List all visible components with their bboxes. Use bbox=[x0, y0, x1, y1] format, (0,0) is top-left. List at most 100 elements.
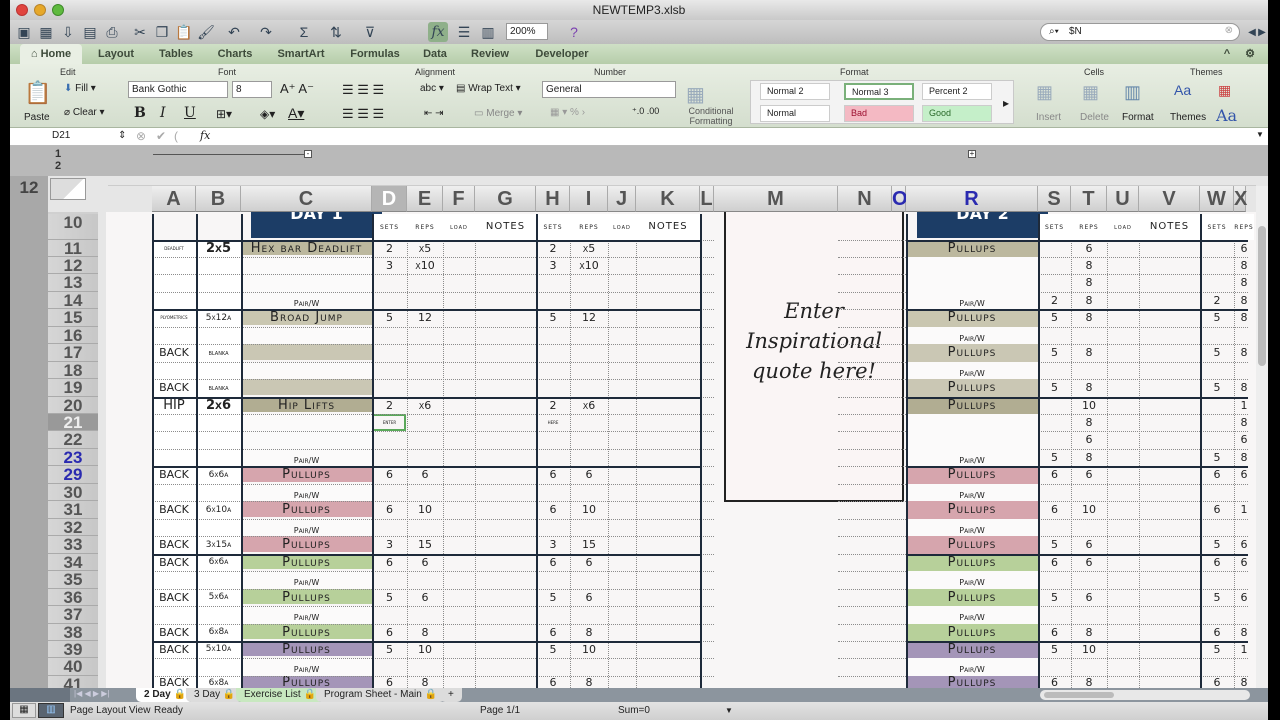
reps-cell[interactable]: 8 bbox=[570, 624, 608, 641]
reps-cell[interactable] bbox=[407, 571, 443, 589]
scheme-cell[interactable]: blanka bbox=[196, 344, 241, 362]
conditional-formatting-button[interactable]: Conditional Formatting bbox=[686, 106, 736, 126]
sets-cell[interactable] bbox=[536, 344, 570, 362]
exercise-cell[interactable]: Hex bar Deadlift bbox=[241, 240, 372, 255]
reps-cell[interactable] bbox=[1234, 658, 1254, 676]
scheme-cell[interactable]: 6x8a bbox=[196, 676, 241, 688]
formula-builder-icon[interactable]: fx bbox=[428, 22, 448, 42]
sets-cell[interactable]: 2 bbox=[536, 397, 570, 414]
row-header-13[interactable]: 13 bbox=[48, 274, 98, 292]
row-header-40[interactable]: 40 bbox=[48, 658, 98, 676]
reps-cell[interactable] bbox=[1234, 484, 1254, 501]
confirm-entry-icon[interactable]: ✔ bbox=[156, 129, 166, 143]
scheme-cell[interactable]: 5x6a bbox=[196, 589, 241, 606]
decimal-icons[interactable]: ⁺.0 .00 bbox=[632, 106, 659, 117]
reps-cell[interactable]: x10 bbox=[407, 257, 443, 274]
style-normal-3[interactable]: Normal 3 bbox=[844, 83, 914, 100]
column-header-g[interactable]: G bbox=[475, 186, 536, 212]
vertical-scroll-thumb[interactable] bbox=[1258, 226, 1266, 366]
reps-cell[interactable] bbox=[1071, 327, 1107, 344]
exercise-cell[interactable] bbox=[241, 274, 372, 292]
gallery-icon[interactable]: ☰ bbox=[454, 22, 474, 42]
select-all-corner[interactable] bbox=[50, 178, 86, 200]
style-normal-2[interactable]: Normal 2 bbox=[760, 83, 830, 100]
insert-cells-icon[interactable]: ▦ bbox=[1036, 82, 1053, 103]
reps-cell[interactable]: 6 bbox=[1234, 536, 1254, 554]
search-input[interactable]: ⌕▾ $N ⊗ bbox=[1040, 23, 1240, 41]
column-header-k[interactable]: K bbox=[636, 186, 700, 212]
reps-cell[interactable] bbox=[570, 362, 608, 379]
sets-cell[interactable]: 6 bbox=[1038, 676, 1071, 688]
muscle-group-cell[interactable]: plyometrics bbox=[152, 309, 196, 327]
exercise-cell[interactable]: Pair/W bbox=[906, 658, 1038, 676]
inspirational-quote-box[interactable]: Enter Inspirational quote here! bbox=[724, 212, 904, 502]
sets-cell[interactable]: 6 bbox=[372, 501, 407, 519]
row-header-37[interactable]: 37 bbox=[48, 606, 98, 624]
sets-cell[interactable] bbox=[1200, 240, 1234, 257]
exercise-cell[interactable]: Pullups bbox=[906, 536, 1038, 554]
muscle-group-cell[interactable] bbox=[152, 519, 196, 536]
exercise-cell[interactable]: Pair/W bbox=[906, 571, 1038, 589]
sets-cell[interactable]: 6 bbox=[1200, 466, 1234, 484]
sets-cell[interactable]: 2 bbox=[372, 240, 407, 257]
column-label-reps[interactable]: reps bbox=[570, 214, 608, 240]
row-header-39[interactable]: 39 bbox=[48, 641, 98, 658]
sets-cell[interactable]: 5 bbox=[1200, 536, 1234, 554]
scheme-cell[interactable] bbox=[196, 414, 241, 431]
reps-cell[interactable]: 6 bbox=[1071, 466, 1107, 484]
sets-cell[interactable]: 5 bbox=[1038, 379, 1071, 397]
scheme-cell[interactable]: 6x6a bbox=[196, 554, 241, 571]
row-header-30[interactable]: 30 bbox=[48, 484, 98, 501]
sets-cell[interactable] bbox=[536, 362, 570, 379]
scheme-cell[interactable] bbox=[196, 571, 241, 589]
reps-cell[interactable]: 8 bbox=[1071, 274, 1107, 292]
sets-cell[interactable]: 5 bbox=[1200, 344, 1234, 362]
reps-cell[interactable]: 12 bbox=[407, 309, 443, 327]
reps-cell[interactable]: 6 bbox=[1234, 466, 1254, 484]
muscle-group-cell[interactable]: BACK bbox=[152, 624, 196, 641]
sets-cell[interactable]: 5 bbox=[372, 309, 407, 327]
scheme-cell[interactable]: 6x8a bbox=[196, 624, 241, 641]
reps-cell[interactable]: 8 bbox=[1071, 292, 1107, 309]
reps-cell[interactable]: 10 bbox=[570, 501, 608, 519]
sets-cell[interactable] bbox=[1200, 484, 1234, 501]
reps-cell[interactable] bbox=[407, 658, 443, 676]
reps-cell[interactable]: 1 bbox=[1234, 641, 1254, 658]
reps-cell[interactable]: 8 bbox=[1071, 624, 1107, 641]
reps-cell[interactable]: 8 bbox=[1071, 309, 1107, 327]
reps-cell[interactable]: 6 bbox=[1071, 554, 1107, 571]
sets-cell[interactable] bbox=[536, 379, 570, 397]
reps-cell[interactable]: 15 bbox=[407, 536, 443, 554]
theme-fonts-button[interactable]: Aa bbox=[1216, 106, 1237, 125]
row-outline-levels[interactable]: 12 bbox=[10, 178, 48, 198]
wrap-text-button[interactable]: ▤ Wrap Text ▾ bbox=[456, 83, 521, 94]
muscle-group-cell[interactable]: BACK bbox=[152, 589, 196, 606]
sets-cell[interactable] bbox=[1200, 606, 1234, 624]
sets-cell[interactable]: 6 bbox=[536, 624, 570, 641]
reps-cell[interactable]: x6 bbox=[407, 397, 443, 414]
scheme-cell[interactable]: 5x12a bbox=[196, 309, 241, 327]
sets-cell[interactable]: 6 bbox=[372, 676, 407, 688]
sets-cell[interactable]: 2 bbox=[1038, 292, 1071, 309]
sets-cell[interactable]: 6 bbox=[1038, 501, 1071, 519]
column-label-notes[interactable]: NOTES bbox=[636, 214, 700, 240]
add-sheet-button[interactable]: + bbox=[440, 688, 462, 702]
column-header-t[interactable]: T bbox=[1071, 186, 1107, 212]
sets-cell[interactable] bbox=[1038, 484, 1071, 501]
exercise-cell[interactable]: Pullups bbox=[906, 344, 1038, 362]
muscle-group-cell[interactable]: BACK bbox=[152, 641, 196, 658]
exercise-cell[interactable] bbox=[241, 257, 372, 274]
row-header-23[interactable]: 23 bbox=[48, 449, 98, 466]
fill-button[interactable]: ⬇ Fill ▾ bbox=[64, 83, 96, 94]
scheme-cell[interactable] bbox=[196, 274, 241, 292]
exercise-cell[interactable]: Pair/W bbox=[906, 292, 1038, 309]
column-label-sets[interactable]: sets bbox=[1200, 214, 1234, 240]
font-size-select[interactable]: 8 bbox=[232, 81, 272, 98]
sets-cell[interactable] bbox=[1200, 362, 1234, 379]
reps-cell[interactable]: 8 bbox=[1234, 292, 1254, 309]
reps-cell[interactable]: 8 bbox=[1234, 257, 1254, 274]
row-header-38[interactable]: 38 bbox=[48, 624, 98, 641]
row-header-15[interactable]: 15 bbox=[48, 309, 98, 327]
sets-cell[interactable]: 6 bbox=[536, 554, 570, 571]
exercise-cell[interactable]: Pullups bbox=[241, 589, 372, 604]
